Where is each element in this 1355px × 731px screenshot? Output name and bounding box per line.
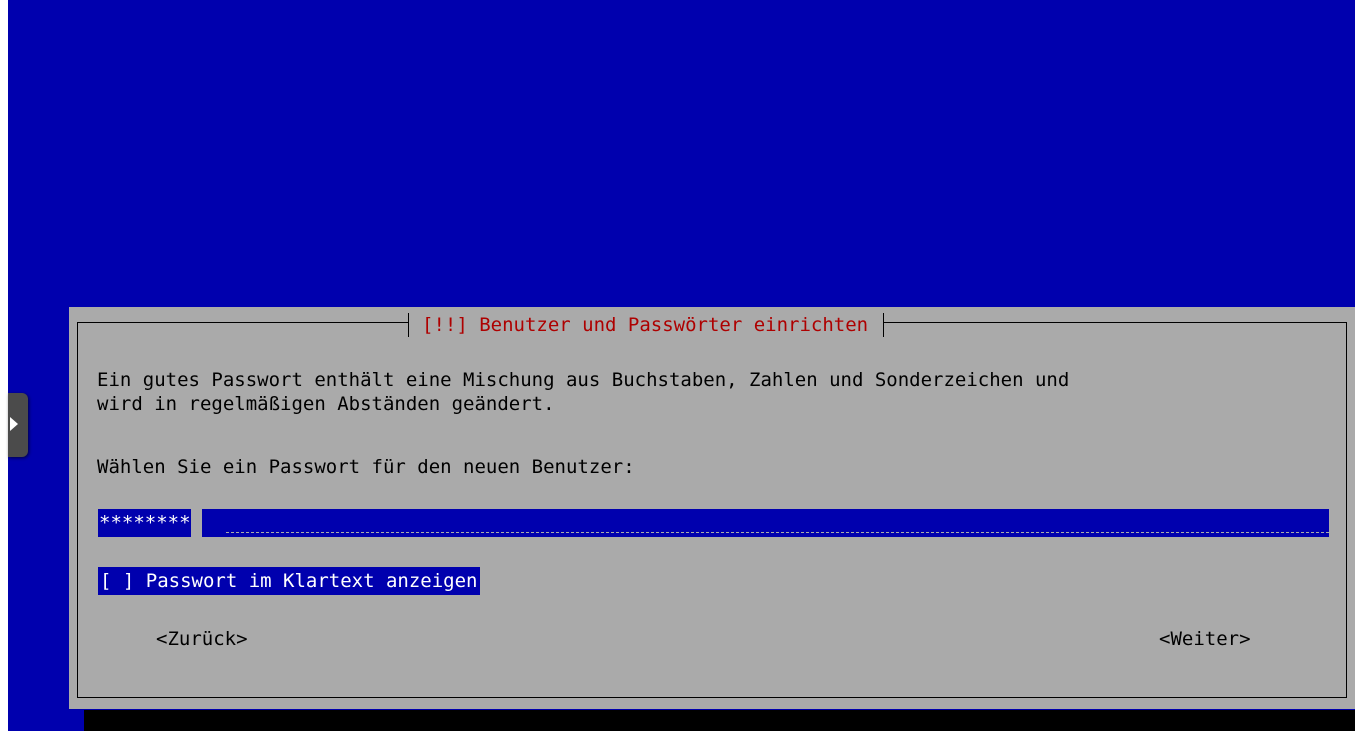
side-panel-toggle[interactable] (8, 393, 28, 457)
dialog-description: Ein gutes Passwort enthält eine Mischung… (97, 368, 1069, 416)
password-input[interactable]: ******** (98, 509, 1329, 537)
show-password-checkbox[interactable]: [ ] Passwort im Klartext anzeigen (98, 567, 480, 595)
next-button[interactable]: <Weiter> (1159, 625, 1251, 653)
password-prompt: Wählen Sie ein Passwort für den neuen Be… (97, 456, 635, 478)
dialog-description-line-2: wird in regelmäßigen Abständen geändert. (97, 393, 555, 415)
dialog-shadow (84, 710, 1355, 731)
chevron-right-icon (10, 417, 18, 431)
setup-users-dialog: [!!] Benutzer und Passwörter einrichten … (69, 307, 1355, 709)
back-button[interactable]: <Zurück> (156, 625, 248, 653)
password-input-underline (226, 532, 1329, 533)
screen: [!!] Benutzer und Passwörter einrichten … (0, 0, 1355, 731)
dialog-description-line-1: Ein gutes Passwort enthält eine Mischung… (97, 369, 1070, 391)
password-input-value: ******** (99, 512, 191, 534)
dialog-title: [!!] Benutzer und Passwörter einrichten (408, 311, 885, 339)
text-cursor (190, 509, 202, 537)
